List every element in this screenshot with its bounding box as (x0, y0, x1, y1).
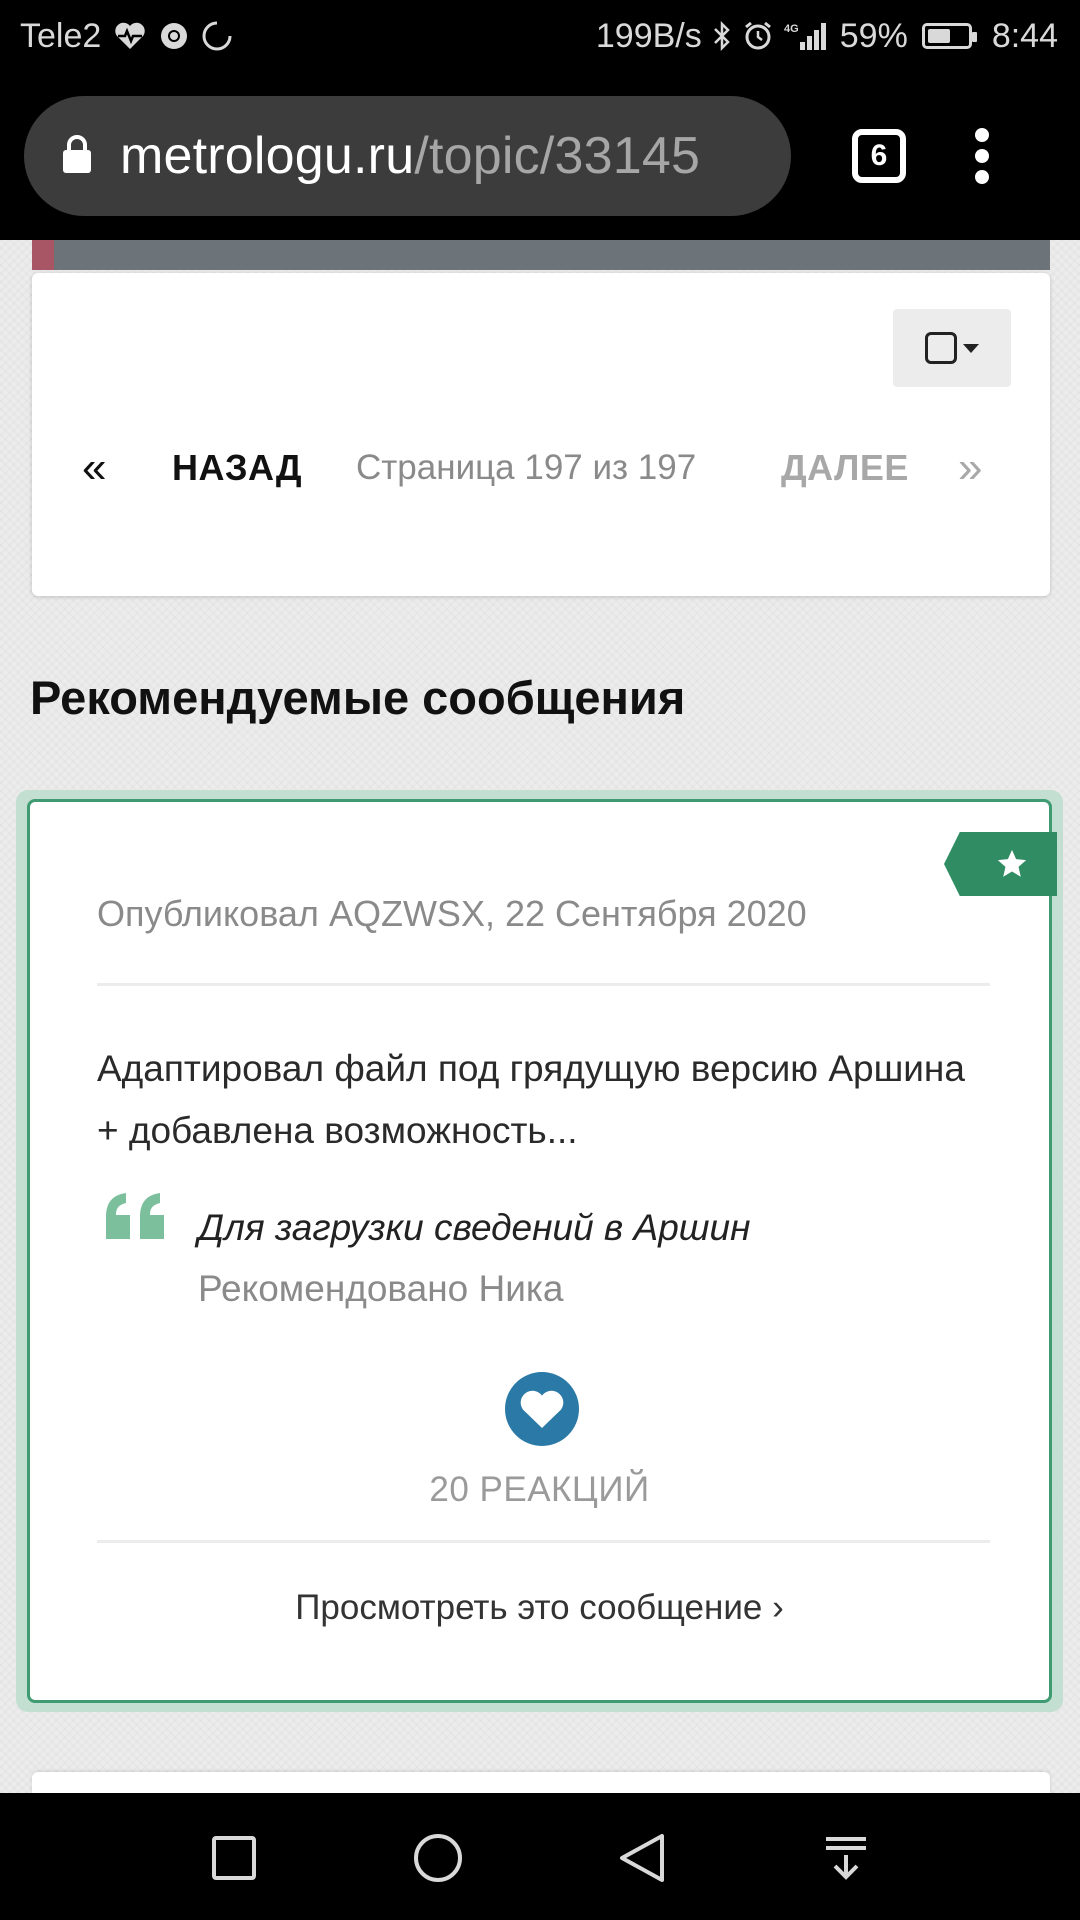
status-bar: Tele2 199B/s 4G 59% 8:44 (0, 0, 1080, 72)
recommended-by: Рекомендовано Ника (198, 1268, 564, 1309)
checkbox-icon (925, 332, 957, 364)
carrier-name: Tele2 (20, 16, 102, 55)
caret-down-icon (963, 343, 979, 353)
first-page-button[interactable]: « (82, 433, 106, 503)
star-icon (944, 832, 1057, 896)
pagination-card: « НАЗАД Страница 197 из 197 ДАЛЕЕ » (32, 273, 1050, 596)
url-text: metrologu.ru/topic/33145 (120, 126, 700, 186)
page-info: Страница 197 из 197 (356, 448, 697, 487)
tabs-button[interactable]: 6 (852, 129, 906, 183)
section-title: Рекомендуемые сообщения (30, 671, 686, 724)
address-bar[interactable]: metrologu.ru/topic/33145 (24, 96, 791, 216)
chrome-icon (159, 21, 189, 51)
recommended-post-title[interactable]: Для загрузки сведений в Аршин (198, 1207, 750, 1249)
browser-toolbar: metrologu.ru/topic/33145 6 (0, 72, 1080, 240)
battery-percent: 59% (839, 16, 908, 55)
quote-icon (104, 1191, 168, 1241)
divider (97, 1540, 990, 1543)
net-speed: 199B/s (595, 16, 702, 55)
alarm-icon (742, 20, 774, 52)
status-right: 199B/s 4G 59% 8:44 (596, 17, 1058, 56)
sync-icon (201, 20, 233, 52)
clock: 8:44 (991, 16, 1058, 55)
status-left: Tele2 (20, 17, 233, 56)
pagination: « НАЗАД Страница 197 из 197 ДАЛЕЕ » (32, 433, 1050, 503)
back-icon[interactable] (607, 1823, 677, 1893)
post-excerpt: Адаптировал файл под грядущую версию Арш… (97, 1048, 965, 1151)
url-host: metrologu.ru (120, 127, 415, 185)
battery-icon (921, 23, 977, 49)
tab-count: 6 (870, 139, 888, 172)
heart-icon (505, 1372, 579, 1446)
url-path: /topic/33145 (414, 127, 701, 185)
signal-type: 4G (784, 23, 799, 35)
divider (97, 983, 990, 986)
lock-icon (62, 134, 92, 179)
recommended-post-card: Опубликовал AQZWSX, 22 Сентября 2020 Ада… (27, 799, 1057, 1703)
next-page-button: ДАЛЕЕ (781, 447, 909, 488)
navigation-bar (0, 1793, 1080, 1920)
bluetooth-icon (712, 20, 732, 52)
signal-icon: 4G (784, 20, 830, 52)
topic-progress-strip (32, 240, 1050, 270)
prev-page-button[interactable]: НАЗАД (172, 433, 302, 503)
reaction-count: 20 РЕАКЦИЙ (429, 1470, 650, 1509)
post-meta: Опубликовал AQZWSX, 22 Сентября 2020 (97, 893, 807, 934)
home-icon[interactable] (403, 1823, 473, 1893)
notification-pulldown-icon[interactable] (811, 1823, 881, 1893)
heart-pulse-icon (113, 21, 147, 51)
battery-level (927, 29, 951, 43)
view-post-link[interactable]: Просмотреть это сообщение › (30, 1588, 1049, 1628)
strip-accent (32, 240, 54, 270)
last-page-button: » (958, 443, 983, 492)
recents-icon[interactable] (199, 1823, 269, 1893)
multi-select-button[interactable] (893, 309, 1011, 387)
menu-icon[interactable] (972, 128, 992, 184)
